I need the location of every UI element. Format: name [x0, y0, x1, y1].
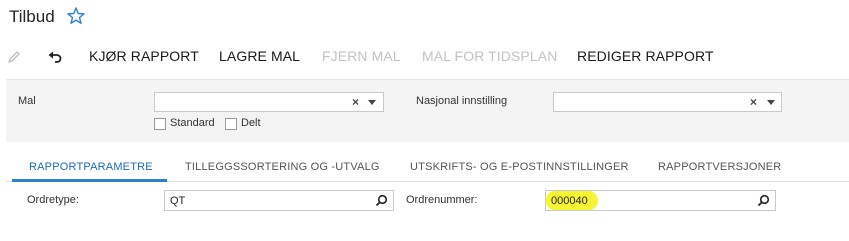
remove-template-button[interactable]: FJERN MAL	[322, 48, 401, 64]
locale-label: Nasjonal innstilling	[416, 95, 508, 107]
clear-icon[interactable]: ×	[352, 95, 359, 109]
undo-icon[interactable]	[47, 49, 63, 65]
tab-print-email-settings[interactable]: UTSKRIFTS- OG E-POSTINNSTILLINGER	[410, 161, 629, 173]
shared-checkbox[interactable]	[225, 118, 237, 130]
order-number-label: Ordrenummer:	[406, 194, 478, 206]
order-type-label: Ordretype:	[27, 194, 79, 206]
pencil-icon[interactable]	[6, 49, 22, 65]
order-number-value: 000040	[551, 195, 588, 207]
toolbar: KJØR RAPPORT LAGRE MAL FJERN MAL MAL FOR…	[0, 42, 849, 72]
template-label: Mal	[18, 95, 36, 107]
search-icon[interactable]	[757, 194, 770, 207]
clear-icon[interactable]: ×	[750, 95, 757, 109]
template-filter-panel: Mal × Standard Delt Nasjonal innstilling…	[6, 79, 849, 142]
active-tab-indicator	[12, 179, 167, 182]
schedule-template-button[interactable]: MAL FOR TIDSPLAN	[422, 48, 557, 64]
order-type-value: QT	[170, 195, 186, 207]
edit-report-button[interactable]: REDIGER RAPPORT	[577, 48, 714, 64]
locale-select[interactable]: ×	[553, 92, 782, 112]
standard-label: Standard	[170, 117, 215, 129]
star-outline-icon[interactable]	[66, 6, 86, 26]
tab-report-versions[interactable]: RAPPORTVERSJONER	[658, 161, 781, 173]
standard-checkbox[interactable]	[154, 118, 166, 130]
title-bar: Tilbud	[0, 0, 849, 36]
run-report-button[interactable]: KJØR RAPPORT	[89, 48, 199, 64]
order-number-field[interactable]: 000040	[545, 190, 776, 211]
save-template-button[interactable]: LAGRE MAL	[219, 48, 300, 64]
tab-additional-sorting[interactable]: TILLEGGSSORTERING OG -UTVALG	[185, 161, 380, 173]
tab-report-parameters[interactable]: RAPPORTPARAMETRE	[29, 161, 153, 173]
order-type-field[interactable]: QT	[164, 190, 394, 211]
search-icon[interactable]	[375, 194, 388, 207]
chevron-down-icon[interactable]	[368, 100, 376, 105]
page-title: Tilbud	[9, 7, 55, 26]
chevron-down-icon[interactable]	[767, 100, 775, 105]
template-select[interactable]: ×	[154, 92, 384, 112]
tab-bar: RAPPORTPARAMETRE TILLEGGSSORTERING OG -U…	[6, 151, 849, 182]
shared-label: Delt	[241, 117, 261, 129]
